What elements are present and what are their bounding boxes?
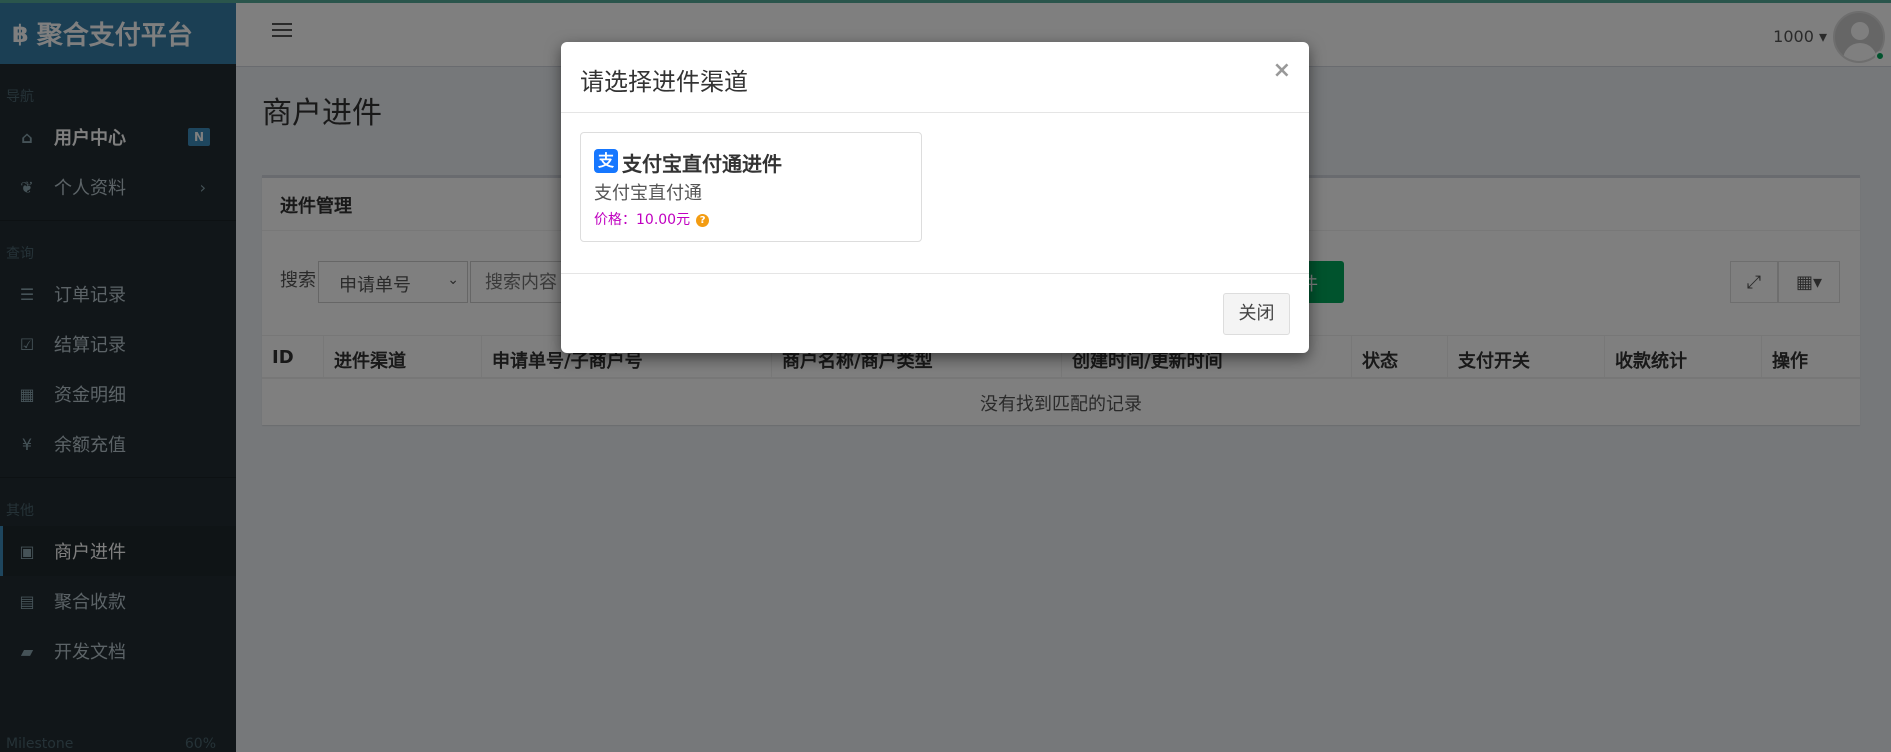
channel-subtitle: 支付宝直付通: [594, 183, 702, 204]
price-text: 价格：10.00元: [594, 212, 691, 228]
question-icon[interactable]: ?: [696, 214, 710, 227]
select-channel-modal: 请选择进件渠道 × 支 支付宝直付通进件 支付宝直付通 价格：10.00元? 关…: [561, 42, 1309, 353]
close-button[interactable]: 关闭: [1223, 293, 1290, 335]
channel-title: 支付宝直付通进件: [622, 152, 782, 176]
channel-price: 价格：10.00元?: [594, 209, 710, 229]
modal-body: 支 支付宝直付通进件 支付宝直付通 价格：10.00元?: [561, 113, 1309, 273]
modal-header: 请选择进件渠道 ×: [561, 42, 1309, 113]
close-icon[interactable]: ×: [1273, 58, 1291, 83]
modal-footer: 关闭: [561, 273, 1309, 353]
modal-title: 请选择进件渠道: [580, 68, 748, 96]
alipay-icon: 支: [594, 149, 618, 173]
alipay-channel-card[interactable]: 支 支付宝直付通进件 支付宝直付通 价格：10.00元?: [580, 132, 922, 242]
